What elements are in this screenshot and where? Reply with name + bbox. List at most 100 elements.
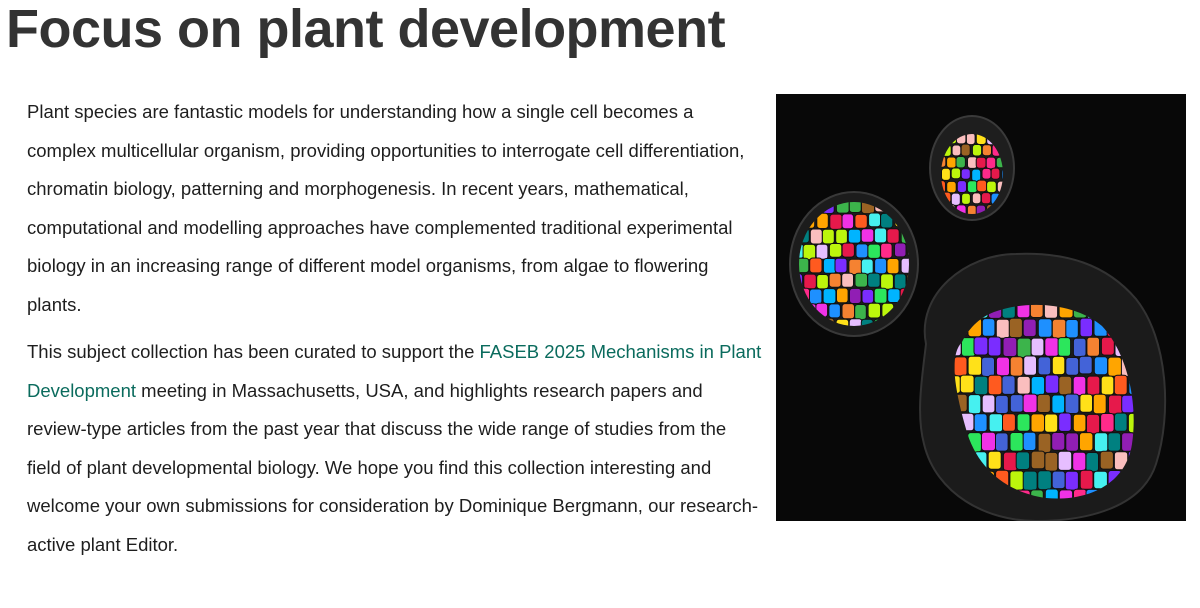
cell: [860, 228, 875, 243]
cell: [987, 374, 1003, 396]
cell: [841, 303, 855, 320]
cell: [1092, 393, 1107, 415]
cell: [860, 258, 874, 275]
cell: [988, 413, 1004, 433]
cell: [960, 168, 971, 180]
cell: [1023, 355, 1037, 376]
cell: [973, 336, 989, 356]
cell: [1030, 413, 1045, 433]
cell: [995, 432, 1009, 452]
cell: [985, 156, 997, 170]
cell: [960, 143, 971, 157]
cell: [1030, 376, 1046, 396]
cell: [980, 192, 992, 205]
cell: [1051, 355, 1066, 376]
cell: [828, 272, 842, 288]
cell: [965, 134, 976, 146]
cell: [809, 288, 823, 305]
cell: [941, 167, 951, 181]
cell: [1086, 375, 1101, 396]
cell: [1079, 432, 1094, 452]
cell: [950, 192, 961, 206]
cell: [861, 288, 875, 304]
cell: [950, 167, 962, 180]
cell: [1008, 317, 1023, 339]
cell: [1065, 357, 1080, 376]
cell: [867, 302, 881, 319]
cell: [880, 242, 893, 259]
cell: [841, 272, 854, 288]
cell: [1100, 413, 1115, 433]
cell: [1037, 356, 1052, 376]
cell: [1079, 317, 1093, 338]
cell: [821, 228, 835, 245]
cell: [1064, 470, 1079, 491]
cell: [995, 394, 1009, 414]
cell: [1051, 318, 1067, 339]
cell: [1016, 337, 1032, 359]
cell: [1022, 393, 1038, 414]
cell: [867, 243, 881, 259]
cell: [874, 257, 888, 275]
intro-paragraph-2-text-before: This subject collection has been curated…: [27, 341, 480, 362]
cell: [829, 213, 843, 230]
cell: [1100, 375, 1115, 396]
cell: [1002, 337, 1018, 357]
cell: [954, 356, 968, 377]
cell: [1022, 470, 1038, 491]
cell: [847, 228, 862, 244]
cell: [1037, 318, 1053, 338]
cell: [1072, 451, 1087, 472]
cell: [1051, 394, 1066, 414]
cell: [967, 355, 983, 376]
cell: [1030, 450, 1046, 470]
cell: [966, 180, 978, 194]
cell: [971, 192, 982, 205]
cell: [828, 243, 843, 258]
cell: [1072, 413, 1087, 433]
cell: [868, 212, 881, 228]
cell: [1107, 356, 1122, 377]
cell: [1002, 451, 1018, 472]
cell: [981, 394, 996, 414]
cell: [849, 287, 862, 304]
cell: [1078, 355, 1093, 375]
cell: [986, 180, 997, 194]
intro-paragraph-1: Plant species are fantastic models for u…: [27, 101, 745, 315]
cell: [951, 144, 962, 157]
cell: [987, 450, 1002, 470]
cell: [1058, 375, 1073, 396]
cell: [1093, 432, 1109, 453]
cell: [886, 228, 900, 244]
cell: [816, 274, 829, 290]
cell: [894, 242, 907, 258]
cell: [1016, 413, 1031, 432]
cell: [1022, 318, 1037, 338]
cell: [893, 273, 907, 290]
cell: [834, 257, 848, 274]
cell: [803, 273, 817, 290]
cell: [873, 227, 888, 244]
cell: [981, 356, 996, 378]
cell: [946, 156, 957, 169]
cell: [990, 167, 1001, 180]
cell: [961, 192, 971, 205]
cell: [981, 144, 993, 157]
cell: [809, 257, 823, 274]
cell: [1065, 319, 1079, 339]
cell: [946, 180, 957, 194]
cell: [1037, 432, 1052, 454]
intro-paragraph-2: This subject collection has been curated…: [27, 333, 762, 564]
cell: [1064, 393, 1080, 415]
page-title: Focus on plant development: [6, 0, 726, 59]
cell: [1086, 413, 1101, 435]
cell: [848, 258, 863, 275]
cell: [1079, 469, 1094, 490]
cell: [1009, 356, 1024, 377]
cell: [1001, 375, 1016, 395]
cell: [809, 228, 823, 245]
cell: [867, 272, 881, 288]
cell: [1108, 394, 1123, 415]
cell: [1107, 432, 1122, 452]
cell: [987, 336, 1002, 357]
